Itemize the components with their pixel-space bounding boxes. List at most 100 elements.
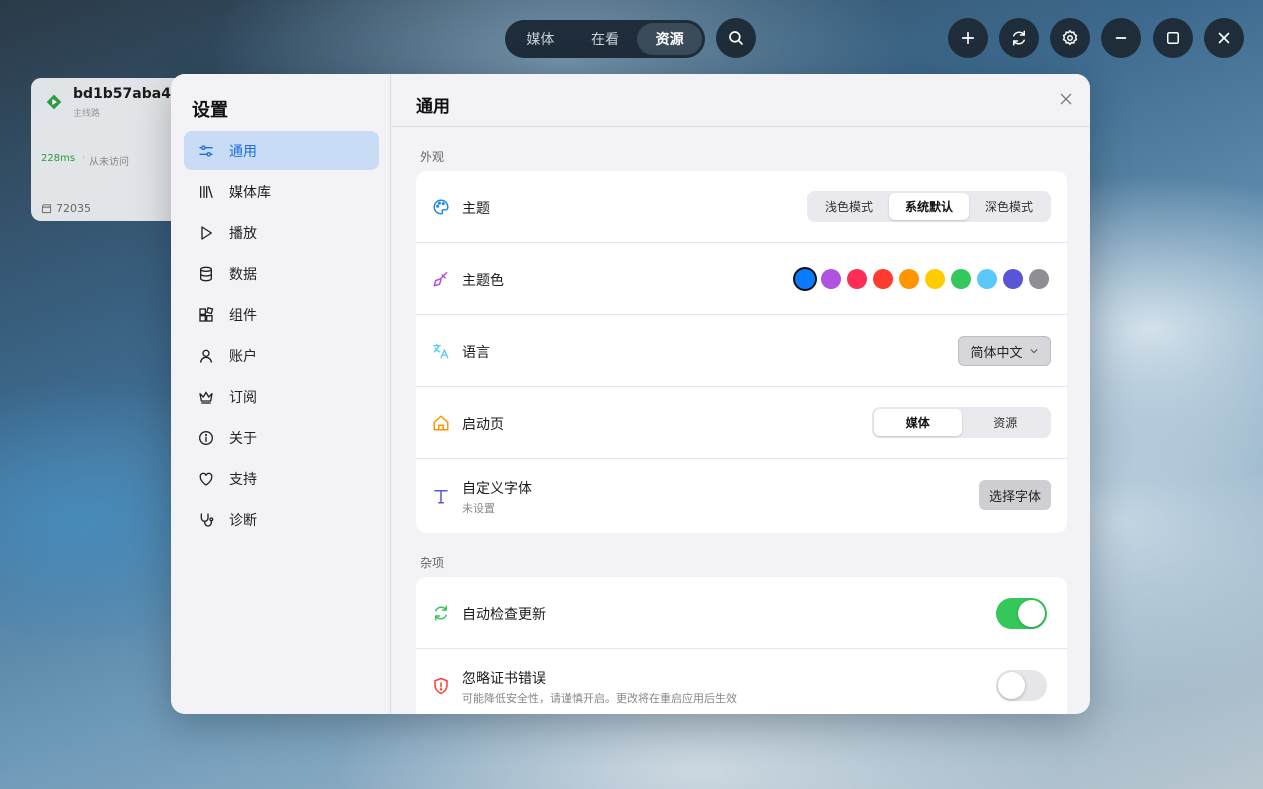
sidebar-item-diagnostics[interactable]: 诊断 xyxy=(184,500,379,539)
accent-swatch-4[interactable] xyxy=(899,269,919,289)
server-route: 主线路 xyxy=(73,109,101,119)
server-last-visit: 从未访问 xyxy=(89,157,129,168)
section-appearance-label: 外观 xyxy=(420,150,445,164)
font-sub: 未设置 xyxy=(462,502,495,515)
language-label: 语言 xyxy=(462,345,490,361)
close-icon[interactable] xyxy=(1058,91,1074,107)
search-icon xyxy=(729,31,743,45)
server-separator: · xyxy=(82,153,86,164)
accent-swatch-0[interactable] xyxy=(795,269,815,289)
settings-title: 设置 xyxy=(192,100,228,121)
library-icon xyxy=(197,183,215,201)
accent-label: 主题色 xyxy=(462,273,504,289)
accent-swatch-5[interactable] xyxy=(925,269,945,289)
font-label: 自定义字体 xyxy=(462,481,532,497)
close-window-button[interactable] xyxy=(1204,18,1244,58)
server-name: bd1b57aba48f xyxy=(73,86,187,102)
language-select[interactable]: 简体中文 xyxy=(958,336,1051,366)
palette-icon xyxy=(433,199,449,215)
server-ping: 228ms xyxy=(41,153,76,164)
sidebar-item-label: 关于 xyxy=(229,430,257,447)
brush-icon xyxy=(433,271,448,287)
minimize-icon xyxy=(1115,37,1127,39)
auto-update-toggle[interactable] xyxy=(996,598,1047,629)
heart-icon xyxy=(197,470,215,488)
sidebar-item-label: 媒体库 xyxy=(229,184,271,201)
theme-segmented: 浅色模式 系统默认 深色模式 xyxy=(806,191,1051,222)
ignore-cert-label: 忽略证书错误 xyxy=(462,671,546,687)
sidebar-item-label: 诊断 xyxy=(229,512,257,529)
startup-option-media[interactable]: 媒体 xyxy=(874,409,962,436)
accent-swatch-3[interactable] xyxy=(873,269,893,289)
startup-row: 启动页 媒体 资源 xyxy=(416,387,1067,459)
accent-swatch-7[interactable] xyxy=(977,269,997,289)
settings-content: 通用 外观 主题 浅色模式 系统默认 深色模式 主题色 语言 简体中文 启动页 … xyxy=(392,74,1090,714)
tab-watching[interactable]: 在看 xyxy=(573,23,638,55)
info-icon xyxy=(197,429,215,447)
accent-swatch-9[interactable] xyxy=(1029,269,1049,289)
accent-swatch-1[interactable] xyxy=(821,269,841,289)
top-nav-tabs: 媒体 在看 资源 xyxy=(505,20,705,58)
theme-option-dark[interactable]: 深色模式 xyxy=(969,193,1049,220)
tab-media[interactable]: 媒体 xyxy=(508,23,573,55)
toggle-knob xyxy=(998,672,1025,699)
settings-icon xyxy=(1062,29,1078,46)
language-value: 简体中文 xyxy=(970,345,1023,361)
crown-icon xyxy=(197,388,215,406)
sidebar-item-label: 通用 xyxy=(229,143,257,160)
accent-swatch-8[interactable] xyxy=(1003,269,1023,289)
tab-resources[interactable]: 资源 xyxy=(637,23,703,55)
sidebar-item-library[interactable]: 媒体库 xyxy=(184,172,379,211)
maximize-icon xyxy=(1167,32,1179,44)
user-icon xyxy=(197,347,215,365)
sidebar-item-label: 数据 xyxy=(229,266,257,283)
components-icon xyxy=(197,306,215,324)
sidebar-item-components[interactable]: 组件 xyxy=(184,295,379,334)
database-icon xyxy=(197,265,215,283)
sidebar-item-about[interactable]: 关于 xyxy=(184,418,379,457)
stethoscope-icon xyxy=(197,511,215,529)
theme-option-light[interactable]: 浅色模式 xyxy=(809,193,889,220)
maximize-button[interactable] xyxy=(1153,18,1193,58)
home-icon xyxy=(433,415,449,431)
server-media-count: 72035 xyxy=(41,202,91,215)
accent-swatch-2[interactable] xyxy=(847,269,867,289)
theme-option-system[interactable]: 系统默认 xyxy=(888,193,969,220)
accent-swatch-6[interactable] xyxy=(951,269,971,289)
sidebar-item-label: 组件 xyxy=(229,307,257,324)
ignore-cert-toggle[interactable] xyxy=(996,670,1047,701)
sidebar-item-data[interactable]: 数据 xyxy=(184,254,379,293)
settings-button[interactable] xyxy=(1050,18,1090,58)
settings-sidebar: 设置 通用 媒体库 播放 数据 组件 账户 订阅 关于 支持 诊断 xyxy=(171,74,391,714)
clapperboard-icon xyxy=(41,204,52,214)
search-button[interactable] xyxy=(716,18,756,58)
server-count-value: 72035 xyxy=(56,202,91,215)
startup-option-resources[interactable]: 资源 xyxy=(962,409,1050,436)
server-card[interactable]: bd1b57aba48f 主线路 228ms · 从未访问 72035 xyxy=(31,78,191,221)
sidebar-item-subscription[interactable]: 订阅 xyxy=(184,377,379,416)
toggle-knob xyxy=(1018,600,1045,627)
theme-row: 主题 浅色模式 系统默认 深色模式 xyxy=(416,171,1067,243)
settings-dialog: 设置 通用 媒体库 播放 数据 组件 账户 订阅 关于 支持 诊断 通用 外观 … xyxy=(171,74,1090,714)
language-row: 语言 简体中文 xyxy=(416,315,1067,387)
ignore-cert-row: 忽略证书错误 可能降低安全性，请谨慎开启。更改将在重启应用后生效 xyxy=(416,649,1067,714)
text-icon xyxy=(434,490,448,504)
sidebar-item-account[interactable]: 账户 xyxy=(184,336,379,375)
sidebar-item-support[interactable]: 支持 xyxy=(184,459,379,498)
minimize-button[interactable] xyxy=(1101,18,1141,58)
appearance-card: 主题 浅色模式 系统默认 深色模式 主题色 语言 简体中文 启动页 媒体 资源 … xyxy=(416,171,1067,533)
chevron-down-icon xyxy=(1030,349,1037,354)
misc-card: 自动检查更新 忽略证书错误 可能降低安全性，请谨慎开启。更改将在重启应用后生效 xyxy=(416,577,1067,714)
choose-font-button[interactable]: 选择字体 xyxy=(979,480,1051,510)
sidebar-item-playback[interactable]: 播放 xyxy=(184,213,379,252)
refresh-icon xyxy=(435,605,447,621)
add-button[interactable] xyxy=(948,18,988,58)
shield-alert-icon xyxy=(434,677,448,695)
close-icon xyxy=(1218,32,1230,44)
sidebar-item-label: 支持 xyxy=(229,471,257,488)
sidebar-item-general[interactable]: 通用 xyxy=(184,131,379,170)
startup-segmented: 媒体 资源 xyxy=(872,407,1051,438)
sliders-icon xyxy=(197,142,215,160)
refresh-icon xyxy=(1013,30,1025,46)
refresh-button[interactable] xyxy=(999,18,1039,58)
